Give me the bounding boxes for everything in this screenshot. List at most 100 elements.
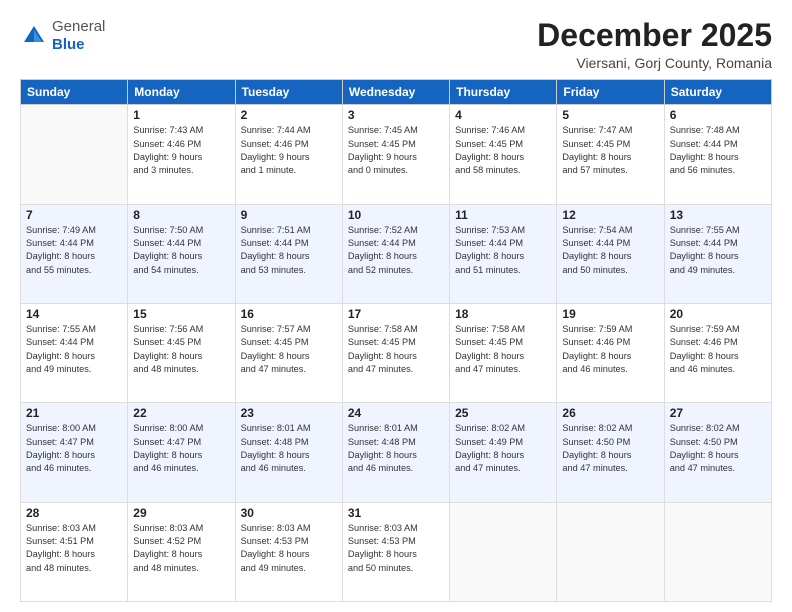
table-row: 25Sunrise: 8:02 AM Sunset: 4:49 PM Dayli… bbox=[450, 403, 557, 502]
logo-text: General Blue bbox=[52, 18, 105, 54]
day-info: Sunrise: 7:47 AM Sunset: 4:45 PM Dayligh… bbox=[562, 124, 658, 177]
day-number: 5 bbox=[562, 108, 658, 122]
day-number: 18 bbox=[455, 307, 551, 321]
table-row: 4Sunrise: 7:46 AM Sunset: 4:45 PM Daylig… bbox=[450, 105, 557, 204]
table-row: 7Sunrise: 7:49 AM Sunset: 4:44 PM Daylig… bbox=[21, 204, 128, 303]
table-row: 16Sunrise: 7:57 AM Sunset: 4:45 PM Dayli… bbox=[235, 303, 342, 402]
table-row: 15 Sunrise: 7:56 AM Sunset: 4:45 PM Dayli… bbox=[128, 303, 235, 402]
day-number: 2 bbox=[241, 108, 337, 122]
table-row: 6 Sunrise: 7:48 AM Sunset: 4:44 PM Daylig… bbox=[664, 105, 771, 204]
day-number: 26 bbox=[562, 406, 658, 420]
day-info: Sunrise: 8:03 AM Sunset: 4:51 PM Dayligh… bbox=[26, 522, 122, 575]
day-info: Sunrise: 8:03 AM Sunset: 4:53 PM Dayligh… bbox=[348, 522, 444, 575]
logo-general: General bbox=[52, 18, 105, 36]
table-row: 31 Sunrise: 8:03 AM Sunset: 4:53 PM Dayli… bbox=[342, 502, 449, 601]
day-info: Sunrise: 8:00 AM Sunset: 4:47 PM Dayligh… bbox=[26, 422, 122, 475]
day-number: 8 bbox=[133, 208, 229, 222]
header-monday: Monday bbox=[128, 80, 235, 105]
day-number: 12 bbox=[562, 208, 658, 222]
table-row: 12Sunrise: 7:54 AM Sunset: 4:44 PM Dayli… bbox=[557, 204, 664, 303]
table-row: 26 Sunrise: 8:02 AM Sunset: 4:50 PM Dayli… bbox=[557, 403, 664, 502]
calendar-week-row: 28 Sunrise: 8:03 AM Sunset: 4:51 PM Dayli… bbox=[21, 502, 772, 601]
day-info: Sunrise: 8:02 AM Sunset: 4:50 PM Dayligh… bbox=[670, 422, 766, 475]
day-number: 1 bbox=[133, 108, 229, 122]
day-number: 10 bbox=[348, 208, 444, 222]
day-info: Sunrise: 7:43 AM Sunset: 4:46 PM Dayligh… bbox=[133, 124, 229, 177]
day-info: Sunrise: 7:49 AM Sunset: 4:44 PM Dayligh… bbox=[26, 224, 122, 277]
day-info: Sunrise: 7:50 AM Sunset: 4:44 PM Dayligh… bbox=[133, 224, 229, 277]
table-row: 19Sunrise: 7:59 AM Sunset: 4:46 PM Dayli… bbox=[557, 303, 664, 402]
day-info: Sunrise: 8:02 AM Sunset: 4:49 PM Dayligh… bbox=[455, 422, 551, 475]
table-row: 1 Sunrise: 7:43 AM Sunset: 4:46 PM Daylig… bbox=[128, 105, 235, 204]
table-row: 13 Sunrise: 7:55 AM Sunset: 4:44 PM Dayli… bbox=[664, 204, 771, 303]
title-block: December 2025 Viersani, Gorj County, Rom… bbox=[537, 18, 772, 71]
table-row: 21Sunrise: 8:00 AM Sunset: 4:47 PM Dayli… bbox=[21, 403, 128, 502]
day-info: Sunrise: 8:02 AM Sunset: 4:50 PM Dayligh… bbox=[562, 422, 658, 475]
day-number: 15 bbox=[133, 307, 229, 321]
day-info: Sunrise: 7:56 AM Sunset: 4:45 PM Dayligh… bbox=[133, 323, 229, 376]
day-info: Sunrise: 7:48 AM Sunset: 4:44 PM Dayligh… bbox=[670, 124, 766, 177]
day-info: Sunrise: 7:58 AM Sunset: 4:45 PM Dayligh… bbox=[455, 323, 551, 376]
day-number: 11 bbox=[455, 208, 551, 222]
header-thursday: Thursday bbox=[450, 80, 557, 105]
header-friday: Friday bbox=[557, 80, 664, 105]
day-info: Sunrise: 7:55 AM Sunset: 4:44 PM Dayligh… bbox=[26, 323, 122, 376]
day-number: 24 bbox=[348, 406, 444, 420]
day-number: 29 bbox=[133, 506, 229, 520]
day-info: Sunrise: 8:01 AM Sunset: 4:48 PM Dayligh… bbox=[348, 422, 444, 475]
day-info: Sunrise: 7:55 AM Sunset: 4:44 PM Dayligh… bbox=[670, 224, 766, 277]
logo-icon bbox=[20, 22, 48, 50]
day-number: 13 bbox=[670, 208, 766, 222]
calendar-week-row: 14 Sunrise: 7:55 AM Sunset: 4:44 PM Dayli… bbox=[21, 303, 772, 402]
header-saturday: Saturday bbox=[664, 80, 771, 105]
day-number: 27 bbox=[670, 406, 766, 420]
day-info: Sunrise: 7:58 AM Sunset: 4:45 PM Dayligh… bbox=[348, 323, 444, 376]
logo: General Blue bbox=[20, 18, 105, 54]
weekday-header-row: Sunday Monday Tuesday Wednesday Thursday… bbox=[21, 80, 772, 105]
day-number: 16 bbox=[241, 307, 337, 321]
page: General Blue December 2025 Viersani, Gor… bbox=[0, 0, 792, 612]
day-info: Sunrise: 7:59 AM Sunset: 4:46 PM Dayligh… bbox=[670, 323, 766, 376]
table-row bbox=[21, 105, 128, 204]
calendar-week-row: 21Sunrise: 8:00 AM Sunset: 4:47 PM Dayli… bbox=[21, 403, 772, 502]
day-number: 23 bbox=[241, 406, 337, 420]
table-row: 23 Sunrise: 8:01 AM Sunset: 4:48 PM Dayli… bbox=[235, 403, 342, 502]
day-info: Sunrise: 7:53 AM Sunset: 4:44 PM Dayligh… bbox=[455, 224, 551, 277]
day-number: 19 bbox=[562, 307, 658, 321]
month-title: December 2025 bbox=[537, 18, 772, 53]
table-row: 9Sunrise: 7:51 AM Sunset: 4:44 PM Daylig… bbox=[235, 204, 342, 303]
day-info: Sunrise: 8:03 AM Sunset: 4:53 PM Dayligh… bbox=[241, 522, 337, 575]
table-row bbox=[450, 502, 557, 601]
table-row: 22 Sunrise: 8:00 AM Sunset: 4:47 PM Dayli… bbox=[128, 403, 235, 502]
location-subtitle: Viersani, Gorj County, Romania bbox=[537, 55, 772, 71]
day-info: Sunrise: 8:00 AM Sunset: 4:47 PM Dayligh… bbox=[133, 422, 229, 475]
table-row: 17Sunrise: 7:58 AM Sunset: 4:45 PM Dayli… bbox=[342, 303, 449, 402]
table-row: 18 Sunrise: 7:58 AM Sunset: 4:45 PM Dayli… bbox=[450, 303, 557, 402]
table-row: 24 Sunrise: 8:01 AM Sunset: 4:48 PM Dayli… bbox=[342, 403, 449, 502]
table-row bbox=[557, 502, 664, 601]
day-info: Sunrise: 8:03 AM Sunset: 4:52 PM Dayligh… bbox=[133, 522, 229, 575]
table-row: 8 Sunrise: 7:50 AM Sunset: 4:44 PM Daylig… bbox=[128, 204, 235, 303]
day-number: 30 bbox=[241, 506, 337, 520]
day-info: Sunrise: 8:01 AM Sunset: 4:48 PM Dayligh… bbox=[241, 422, 337, 475]
calendar: Sunday Monday Tuesday Wednesday Thursday… bbox=[20, 79, 772, 602]
table-row: 30 Sunrise: 8:03 AM Sunset: 4:53 PM Dayli… bbox=[235, 502, 342, 601]
table-row: 28 Sunrise: 8:03 AM Sunset: 4:51 PM Dayli… bbox=[21, 502, 128, 601]
header-sunday: Sunday bbox=[21, 80, 128, 105]
day-number: 28 bbox=[26, 506, 122, 520]
header: General Blue December 2025 Viersani, Gor… bbox=[20, 18, 772, 71]
day-number: 22 bbox=[133, 406, 229, 420]
header-wednesday: Wednesday bbox=[342, 80, 449, 105]
logo-blue: Blue bbox=[52, 36, 105, 54]
table-row: 3Sunrise: 7:45 AM Sunset: 4:45 PM Daylig… bbox=[342, 105, 449, 204]
table-row: 10Sunrise: 7:52 AM Sunset: 4:44 PM Dayli… bbox=[342, 204, 449, 303]
day-number: 31 bbox=[348, 506, 444, 520]
day-info: Sunrise: 7:51 AM Sunset: 4:44 PM Dayligh… bbox=[241, 224, 337, 277]
table-row: 20 Sunrise: 7:59 AM Sunset: 4:46 PM Dayli… bbox=[664, 303, 771, 402]
day-number: 20 bbox=[670, 307, 766, 321]
calendar-week-row: 1 Sunrise: 7:43 AM Sunset: 4:46 PM Daylig… bbox=[21, 105, 772, 204]
day-number: 14 bbox=[26, 307, 122, 321]
table-row: 27 Sunrise: 8:02 AM Sunset: 4:50 PM Dayli… bbox=[664, 403, 771, 502]
day-number: 6 bbox=[670, 108, 766, 122]
day-number: 3 bbox=[348, 108, 444, 122]
